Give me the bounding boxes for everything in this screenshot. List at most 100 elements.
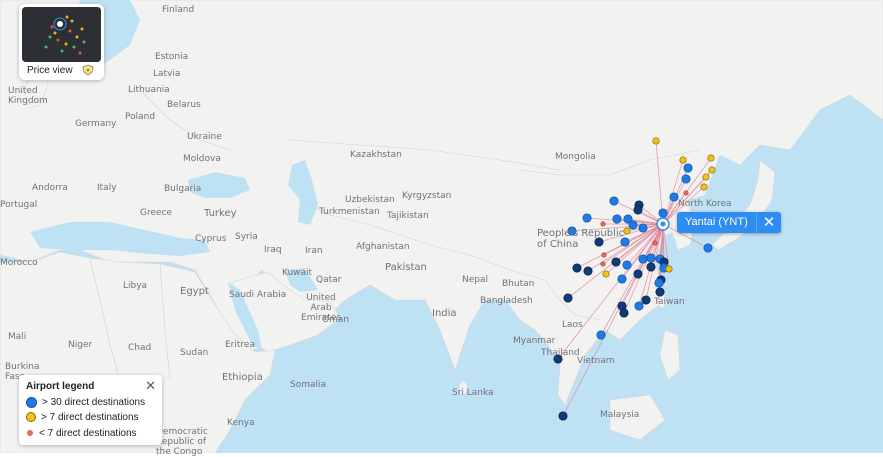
country-label: Iran	[305, 246, 323, 256]
country-label: Mali	[8, 332, 27, 342]
country-label: People's Republic of China	[537, 228, 625, 250]
close-icon[interactable]: ✕	[145, 378, 156, 394]
airport-marker-large[interactable]	[619, 308, 629, 318]
country-label: Andorra	[32, 183, 68, 193]
country-label: Nepal	[462, 275, 488, 285]
airport-marker-large[interactable]	[681, 174, 691, 184]
airport-marker-medium[interactable]	[652, 137, 660, 145]
country-label: Malaysia	[600, 410, 640, 420]
country-label: Pakistan	[385, 262, 427, 273]
airport-marker-large[interactable]	[683, 163, 693, 173]
airport-marker-small[interactable]	[601, 252, 607, 258]
airport-marker-medium[interactable]	[702, 173, 710, 181]
airport-marker-large[interactable]	[622, 260, 632, 270]
legend-title: Airport legend	[26, 381, 95, 392]
country-label: Turkey	[204, 208, 237, 219]
country-label: Chad	[128, 343, 152, 353]
airport-marker-large[interactable]	[655, 287, 665, 297]
legend-item-label: > 7 direct destinations	[41, 412, 139, 423]
airport-marker-large[interactable]	[638, 223, 648, 233]
country-label: Bangladesh	[480, 296, 533, 306]
airport-marker-large[interactable]	[617, 274, 627, 284]
airport-marker-large[interactable]	[583, 266, 593, 276]
airport-marker-large[interactable]	[612, 214, 622, 224]
airport-marker-large[interactable]	[646, 262, 656, 272]
thumbnail-map	[22, 7, 101, 62]
country-label: Latvia	[153, 69, 181, 79]
country-label: Niger	[68, 340, 93, 350]
country-label: Greece	[140, 208, 173, 218]
country-label: Somalia	[290, 380, 327, 390]
country-label: Kyrgyzstan	[402, 191, 452, 201]
airport-marker-large[interactable]	[669, 192, 679, 202]
country-label: Poland	[125, 112, 156, 122]
country-label: Moldova	[183, 154, 221, 164]
price-view-label: Price view	[27, 65, 73, 76]
airport-marker-large[interactable]	[641, 295, 651, 305]
country-label: Afghanistan	[356, 242, 410, 252]
large-airport-dot-icon	[26, 397, 37, 408]
country-label: Cyprus	[195, 234, 227, 244]
country-label: Myanmar	[513, 336, 556, 346]
country-label: India	[432, 308, 457, 319]
price-view-thumbnail	[22, 7, 101, 62]
airport-marker-medium[interactable]	[679, 156, 687, 164]
airport-marker-large[interactable]	[638, 254, 648, 264]
legend-item-label: < 7 direct destinations	[39, 428, 137, 439]
airport-marker-small[interactable]	[652, 240, 658, 246]
airport-marker-large[interactable]	[609, 196, 619, 206]
close-icon[interactable]: ✕	[756, 212, 781, 233]
airport-marker-medium[interactable]	[707, 154, 715, 162]
airport-marker-medium[interactable]	[708, 166, 716, 174]
country-label: Taiwan	[654, 297, 685, 307]
airport-legend: Airport legend ✕ > 30 direct destination…	[19, 375, 162, 445]
selected-airport-marker-core	[660, 221, 666, 227]
legend-item: > 30 direct destinations	[26, 397, 145, 408]
country-label: Oman	[322, 315, 350, 325]
airport-marker-large[interactable]	[658, 208, 668, 218]
country-label: Ethiopia	[222, 372, 263, 383]
country-label: Kuwait	[282, 268, 313, 278]
medium-airport-dot-icon	[26, 412, 36, 423]
country-label: Lithuania	[128, 85, 170, 95]
airport-marker-large[interactable]	[558, 411, 568, 421]
country-label: Vietnam	[577, 356, 615, 366]
price-tag-icon	[82, 64, 94, 76]
country-label: Turkmenistan	[319, 207, 380, 217]
price-view-button[interactable]: Price view	[19, 4, 104, 80]
airport-marker-large[interactable]	[611, 257, 621, 267]
airport-marker-large[interactable]	[563, 293, 573, 303]
airport-marker-medium[interactable]	[602, 270, 610, 278]
country-label: Estonia	[155, 52, 189, 62]
airport-marker-medium[interactable]	[700, 183, 708, 191]
airport-marker-small[interactable]	[600, 261, 606, 267]
airport-marker-large[interactable]	[633, 205, 643, 215]
country-label: Syria	[235, 232, 258, 242]
country-label: United Kingdom	[8, 86, 48, 106]
country-label: Morocco	[0, 258, 38, 268]
legend-item: < 7 direct destinations	[26, 428, 137, 439]
country-label: Kenya	[227, 418, 255, 428]
airport-marker-large[interactable]	[646, 253, 656, 263]
airport-marker-large[interactable]	[582, 213, 592, 223]
airport-marker-small[interactable]	[600, 221, 606, 227]
airport-marker-large[interactable]	[703, 243, 713, 253]
airport-marker-large[interactable]	[628, 220, 638, 230]
country-label: Sudan	[180, 348, 209, 358]
airport-marker-medium[interactable]	[665, 265, 673, 273]
airport-marker-large[interactable]	[634, 301, 644, 311]
airport-marker-large[interactable]	[633, 269, 643, 279]
country-label: Finland	[162, 5, 195, 15]
country-label: Egypt	[180, 286, 209, 297]
airport-marker-small[interactable]	[683, 190, 689, 196]
airport-marker-large[interactable]	[654, 278, 664, 288]
airport-marker-large[interactable]	[596, 330, 606, 340]
country-label: Tajikistan	[387, 211, 429, 221]
country-label: Libya	[123, 281, 148, 291]
country-label: Ukraine	[187, 132, 222, 142]
airport-marker-large[interactable]	[572, 263, 582, 273]
country-label: Kazakhstan	[350, 150, 402, 160]
selected-airport-tag[interactable]: Yantai (YNT) ✕	[677, 212, 781, 233]
country-label: Sri Lanka	[452, 388, 494, 398]
country-label: Uzbekistan	[345, 195, 395, 205]
